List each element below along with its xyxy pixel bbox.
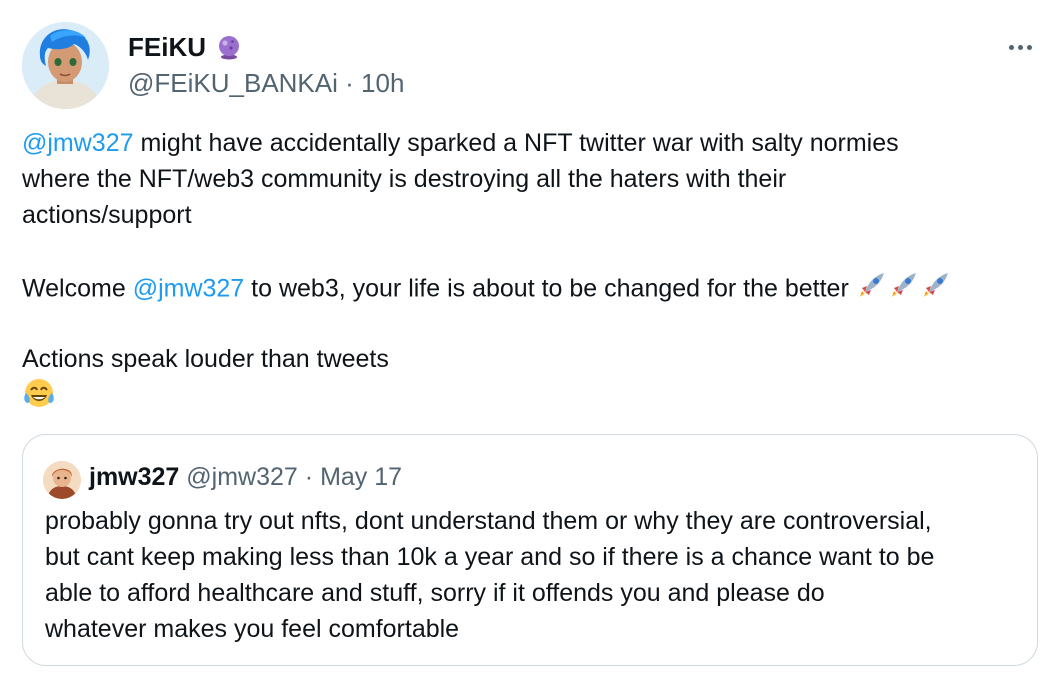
- meta-separator: ·: [345, 68, 354, 98]
- author-display-name[interactable]: FEiKU: [128, 32, 206, 62]
- quoted-tweet[interactable]: jmw327 @jmw327 · May 17 probably gonna t…: [22, 434, 1038, 666]
- more-options-icon: [1008, 44, 1014, 50]
- crystal-ball-icon: [216, 34, 242, 60]
- meta-separator: ·: [304, 463, 314, 491]
- author-avatar[interactable]: [22, 22, 109, 109]
- tweet-line: Actions speak louder than tweets: [22, 345, 389, 373]
- tweet-line-text: Welcome: [22, 274, 133, 303]
- tweet-timestamp[interactable]: 10h: [361, 68, 404, 98]
- tweet-line: [22, 377, 1022, 413]
- author-handle[interactable]: @FEiKU_BANKAi: [128, 68, 338, 98]
- rocket-emoji: [888, 269, 920, 311]
- quoted-author-handle[interactable]: @jmw327: [186, 463, 298, 491]
- rocket-emoji: [856, 269, 888, 311]
- tweet-line-text: to web3, your life is about to be change…: [244, 274, 849, 303]
- tweet-line: Welcome @jmw327 to web3, your life is ab…: [22, 269, 1022, 305]
- quoted-line: whatever makes you feel comfortable: [45, 615, 460, 643]
- tweet-line: where the NFT/web3 community is destroyi…: [22, 165, 787, 193]
- quoted-tweet-text: probably gonna try out nfts, dont unders…: [45, 503, 1035, 647]
- quoted-author-avatar[interactable]: [43, 461, 81, 499]
- author-meta: @FEiKU_BANKAi · 10h: [128, 68, 404, 98]
- more-options-button[interactable]: [1003, 36, 1037, 58]
- author-name-row: FEiKU: [128, 32, 242, 62]
- tweet-card: FEiKU @FEiKU_BANKAi · 10h @jmw327 might …: [0, 0, 1052, 684]
- quoted-author-name[interactable]: jmw327: [89, 463, 179, 491]
- tweet-line: actions/support: [22, 201, 192, 229]
- mention-link[interactable]: @jmw327: [22, 129, 134, 157]
- quoted-tweet-date[interactable]: May 17: [320, 463, 402, 491]
- quoted-author-meta: jmw327 @jmw327 · May 17: [89, 461, 402, 493]
- quoted-line: but cant keep making less than 10k a yea…: [45, 543, 935, 571]
- tweet-line-text: might have accidentally sparked a NFT tw…: [133, 129, 899, 157]
- tweet-text: @jmw327 might have accidentally sparked …: [22, 125, 1022, 413]
- tears-of-joy-emoji: [22, 377, 56, 421]
- quoted-line: probably gonna try out nfts, dont unders…: [45, 507, 932, 535]
- quoted-line: able to afford healthcare and stuff, sor…: [45, 579, 825, 607]
- mention-link[interactable]: @jmw327: [133, 275, 245, 303]
- tweet-line: @jmw327 might have accidentally sparked …: [22, 125, 1022, 161]
- rocket-emoji: [920, 269, 952, 311]
